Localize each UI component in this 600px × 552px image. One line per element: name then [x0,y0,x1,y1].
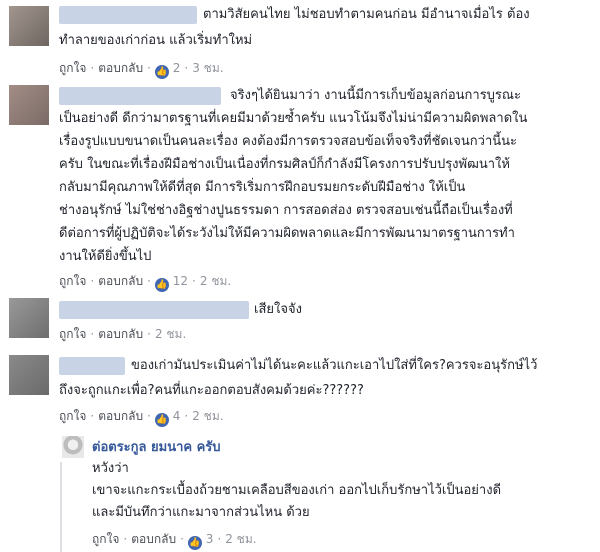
like-count[interactable]: 4 [173,409,181,423]
comment-text-line: ช่างอนุรักษ์ ไม่ใช่ช่างอิฐช่างปูนธรรมดา … [59,203,513,218]
timestamp[interactable]: 2 ชม. [200,274,231,288]
comment-text-line: ทำลายของเก่าก่อน แล้วเริ่มทำใหม่ [59,33,253,48]
separator: · [184,61,189,75]
separator: · [147,61,151,75]
reply-link[interactable]: ตอบกลับ [98,409,143,423]
thumbs-up-icon[interactable]: 👍 [187,536,202,550]
separator: · [90,61,95,75]
like-count[interactable]: 2 [173,61,181,75]
comment-text-line: กลับมามีคุณภาพให้ดีที่สุด มีการริเริ่มกา… [59,180,466,195]
redacted-author-name[interactable] [59,301,249,319]
reply-thread-line [60,462,62,552]
reply-link[interactable]: ตอบกลับ [98,327,143,341]
comment-actions: ถูกใจ · ตอบกลับ · 👍 2 · 3 ชม. [59,60,224,79]
comment-text-line: เป็นอย่างดี ดีกว่ามาตรฐานที่เคยมีมาด้วยซ… [59,111,528,126]
like-link[interactable]: ถูกใจ [59,409,86,423]
thumbs-up-icon[interactable]: 👍 [154,65,169,79]
comment-text-line: เสียใจจัง [254,302,302,317]
reply-text-line: เขาจะแกะกระเบื้องถ้วยชามเคลือบสีของเก่า … [92,483,502,498]
comment-text-line: จริงๆได้ยินมาว่า งานนี้มีการเก็บข้อมูลก่… [230,88,521,103]
separator: · [180,532,184,546]
reply-author-name[interactable]: ต่อตระกูล ยมนาค ครับ [92,436,221,457]
like-count[interactable]: 12 [173,274,188,288]
reply-actions: ถูกใจ · ตอบกลับ · 👍 3 · 2 ชม. [92,531,257,550]
comment-actions: ถูกใจ · ตอบกลับ · 👍 12 · 2 ชม. [59,273,231,292]
avatar[interactable] [9,85,49,125]
comment-text-line: ครับ ในขณะที่เรื่องฝีมือช่างเป็นเนื่องที… [59,157,510,172]
separator: · [192,274,196,288]
separator: · [90,327,95,341]
comment-text-line: เรื่องรูปแบบขนาดเป็นคนละเรื่อง คงต้องมีก… [59,134,518,149]
like-link[interactable]: ถูกใจ [59,61,86,75]
comment-text-line: ดีต่อการที่ผู้ปฏิบัติจะได้ระวังไม่ให้มีค… [59,226,515,241]
timestamp[interactable]: 2 ชม. [225,532,256,546]
comment-text-line: ถึงจะถูกแกะเพื่อ?คนที่แกะออกตอบสังคมด้วย… [59,383,364,398]
avatar[interactable] [62,436,84,458]
redacted-author-name[interactable] [59,87,221,105]
comment-actions: ถูกใจ · ตอบกลับ · 👍 4 · 2 ชม. [59,408,224,427]
separator: · [123,532,128,546]
like-count[interactable]: 3 [206,532,214,546]
thumbs-up-icon[interactable]: 👍 [154,278,169,292]
reply-link[interactable]: ตอบกลับ [98,274,143,288]
separator: · [217,532,222,546]
comment-text-line: ของเก่ามันประเมินค่าไม่ได้นะคะแล้วแกะเอา… [131,358,538,373]
like-link[interactable]: ถูกใจ [59,327,86,341]
like-link[interactable]: ถูกใจ [92,532,119,546]
redacted-author-name[interactable] [59,6,197,24]
thumbs-up-icon[interactable]: 👍 [154,413,169,427]
separator: · [147,327,151,341]
timestamp[interactable]: 2 ชม. [192,409,223,423]
separator: · [90,409,95,423]
comment-text-line: งานให้ดียิ่งขึ้นไป [59,249,152,264]
comment-actions: ถูกใจ · ตอบกลับ · 2 ชม. [59,326,186,342]
separator: · [184,409,189,423]
timestamp[interactable]: 2 ชม. [155,327,186,341]
timestamp[interactable]: 3 ชม. [192,61,223,75]
avatar[interactable] [9,355,49,395]
like-link[interactable]: ถูกใจ [59,274,86,288]
avatar[interactable] [9,298,49,338]
separator: · [90,274,95,288]
reply-text-line: หวังว่า [92,461,129,476]
reply-link[interactable]: ตอบกลับ [131,532,176,546]
redacted-author-name[interactable] [59,357,125,375]
reply-link[interactable]: ตอบกลับ [98,61,143,75]
comment-text-line: ตามวิสัยคนไทย ไม่ชอบทำตามคนก่อน มีอำนาจเ… [203,7,530,22]
reply-text-line: และมีบันทึกว่าแกะมาจากส่วนไหน ด้วย [92,505,310,520]
avatar[interactable] [9,6,49,46]
separator: · [147,409,151,423]
separator: · [147,274,151,288]
